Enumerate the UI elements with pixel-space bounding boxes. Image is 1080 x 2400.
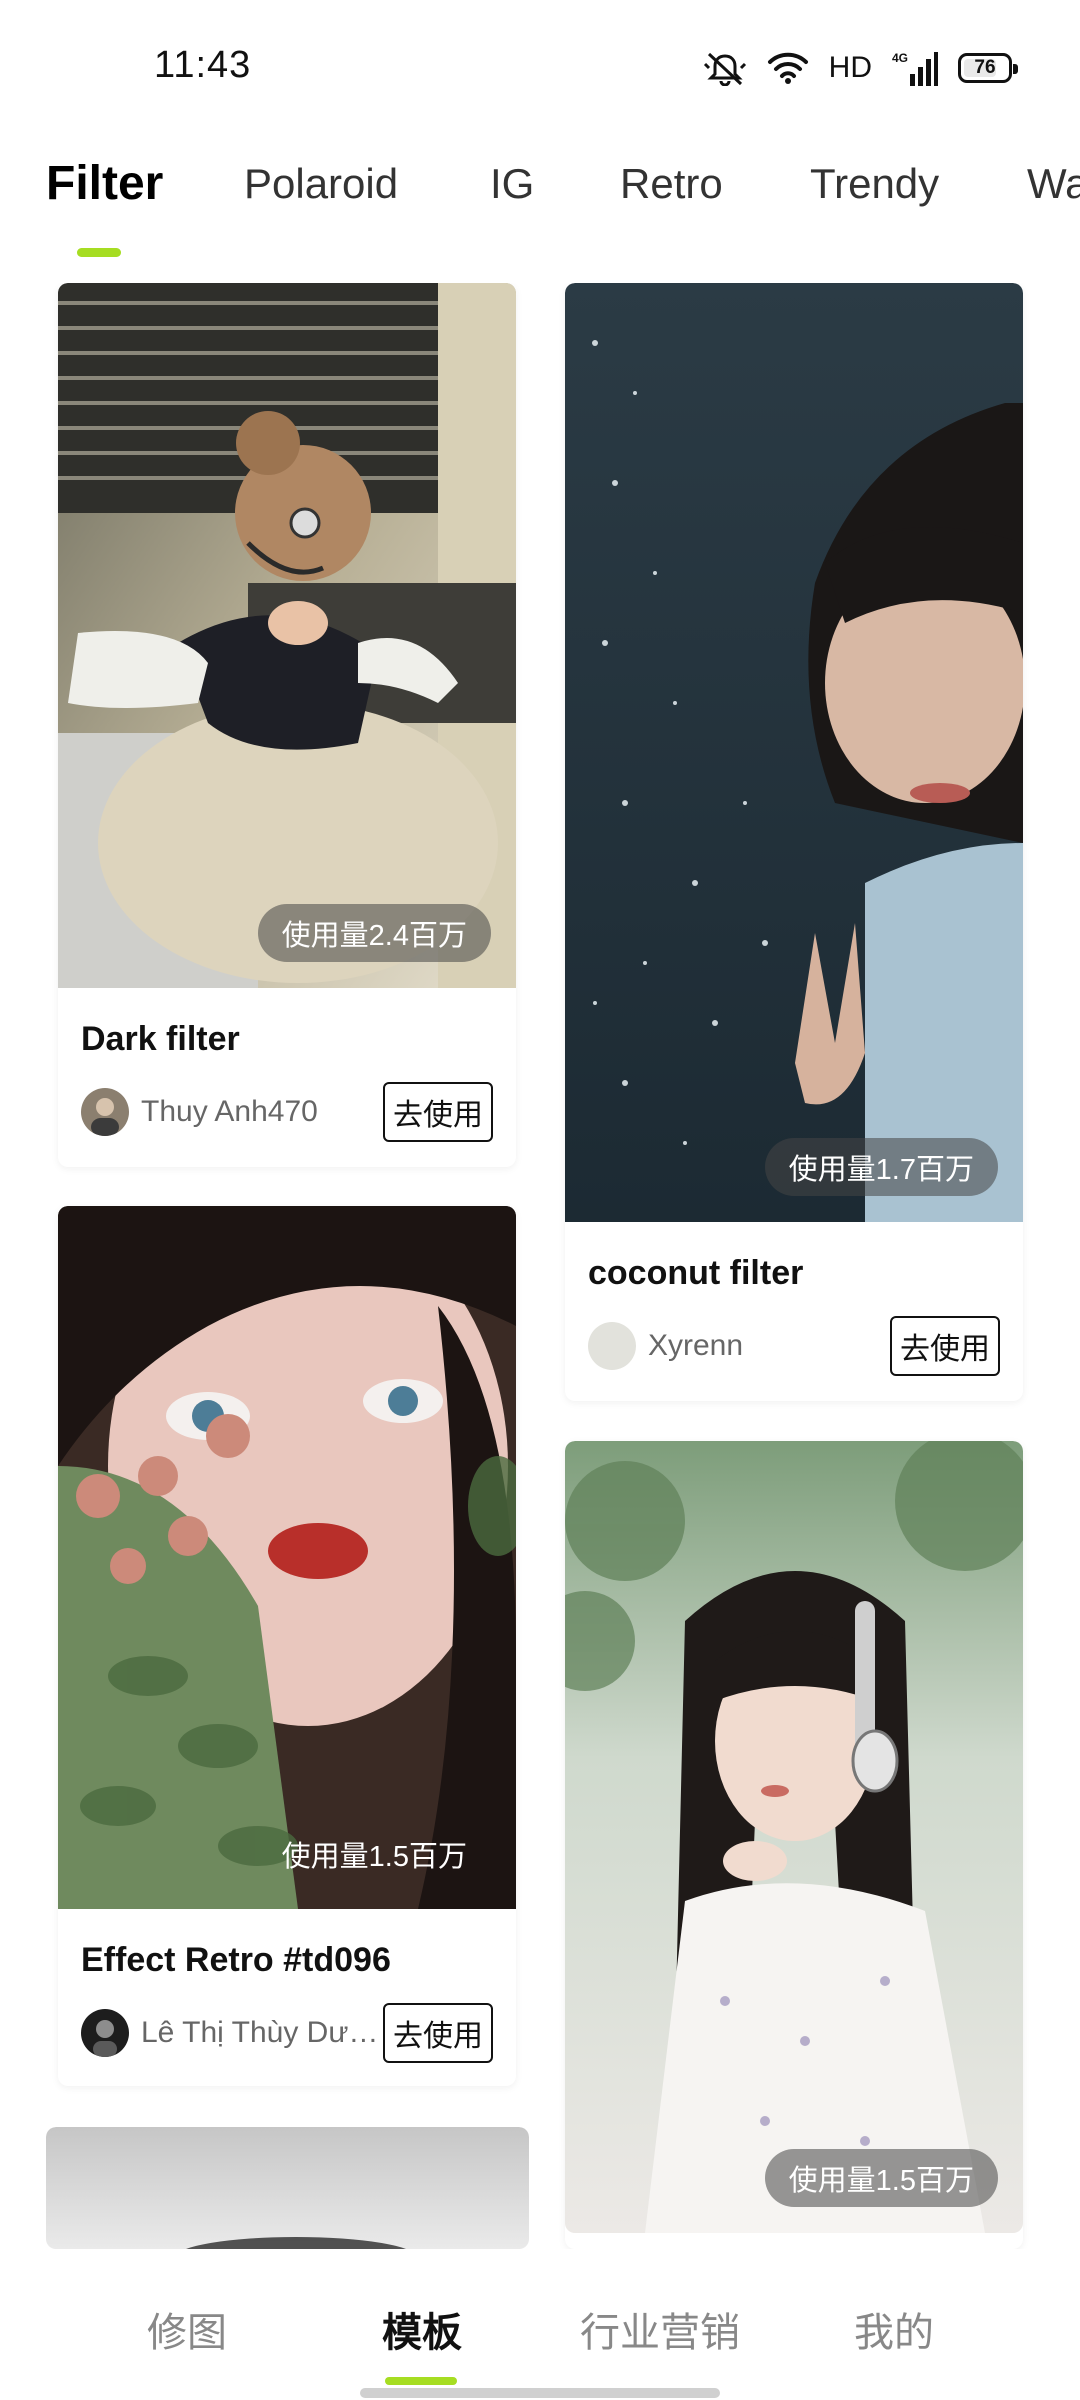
nav-industry-marketing[interactable]: 行业营销 — [580, 2300, 740, 2358]
author-name[interactable]: Thuy Anh470 — [141, 1095, 318, 1129]
tab-retro[interactable]: Retro — [620, 160, 723, 208]
template-image[interactable]: 使用量1.5百万 — [565, 1441, 1023, 2233]
nav-edit-photo[interactable]: 修图 — [147, 2300, 227, 2358]
template-card[interactable]: 使用量1.5百万 Effect Retro #td096 Lê Thị Thùy… — [58, 1206, 516, 2086]
status-bar: 11:43 HD 4G 76 — [0, 0, 1080, 130]
tab-wa[interactable]: Wa — [1027, 160, 1080, 208]
girl-with-headphones-garden-photo — [565, 1441, 1023, 2233]
nav-me[interactable]: 我的 — [854, 2300, 934, 2358]
gray-gradient-photo — [46, 2127, 529, 2249]
girl-by-water-photo — [565, 283, 1023, 1222]
wifi-icon — [767, 51, 809, 85]
use-template-button[interactable]: 去使用 — [890, 1316, 1000, 1376]
author-name[interactable]: Lê Thị Thùy Dươ... — [141, 2016, 381, 2050]
usage-count-badge: 使用量2.4百万 — [257, 904, 491, 962]
battery-icon: 76 — [958, 53, 1018, 83]
template-image[interactable]: 使用量1.7百万 — [565, 283, 1023, 1222]
mute-icon — [703, 50, 747, 86]
template-title: Effect Retro #td096 — [81, 1941, 391, 1979]
tab-ig[interactable]: IG — [490, 160, 534, 208]
template-card[interactable]: 使用量1.7百万 coconut filter Xyrenn 去使用 — [565, 283, 1023, 1401]
template-image[interactable]: 使用量2.4百万 — [58, 283, 516, 988]
active-nav-indicator — [385, 2377, 457, 2385]
usage-count-badge: 使用量1.5百万 — [281, 1841, 467, 1873]
template-image[interactable] — [46, 2127, 529, 2249]
template-image[interactable]: 使用量1.5百万 — [58, 1206, 516, 1909]
author-name[interactable]: Xyrenn — [648, 1329, 743, 1363]
usage-count-badge: 使用量1.7百万 — [764, 1138, 998, 1196]
author-row: Thuy Anh470 去使用 — [81, 1082, 493, 1142]
status-icons: HD 4G 76 — [703, 48, 1018, 88]
author-row: Xyrenn 去使用 — [588, 1316, 1000, 1376]
girl-with-headphones-photo — [58, 283, 516, 988]
network-hd-label: HD — [828, 51, 872, 84]
template-card[interactable]: 使用量1.5百万 — [565, 1441, 1023, 2249]
tab-polaroid[interactable]: Polaroid — [244, 160, 398, 208]
battery-level: 76 — [974, 57, 996, 78]
use-template-button[interactable]: 去使用 — [383, 1082, 493, 1142]
nav-templates[interactable]: 模板 — [382, 2300, 462, 2358]
template-feed: 使用量2.4百万 Dark filter Thuy Anh470 去使用 使用量… — [0, 283, 1080, 2249]
template-card[interactable]: 使用量2.4百万 Dark filter Thuy Anh470 去使用 — [58, 283, 516, 1167]
svg-text:4G: 4G — [892, 51, 908, 65]
author-row: Lê Thị Thùy Dươ... 去使用 — [81, 2003, 493, 2063]
template-title: coconut filter — [588, 1254, 804, 1292]
usage-count-badge: 使用量1.5百万 — [764, 2149, 998, 2207]
template-title: Dark filter — [81, 1020, 240, 1058]
tab-filter[interactable]: Filter — [46, 156, 163, 211]
avatar — [81, 2009, 129, 2057]
avatar — [81, 1088, 129, 1136]
category-tabs: Filter Polaroid IG Retro Trendy Wa — [0, 150, 1080, 260]
home-indicator[interactable] — [360, 2388, 720, 2398]
avatar — [588, 1322, 636, 1370]
use-template-button[interactable]: 去使用 — [383, 2003, 493, 2063]
status-time: 11:43 — [154, 44, 252, 86]
girl-with-roses-photo — [58, 1206, 516, 1909]
bottom-nav: 修图 模板 行业营销 我的 — [0, 2250, 1080, 2400]
template-card[interactable] — [46, 2127, 529, 2249]
signal-icon: 4G — [892, 50, 938, 86]
active-tab-indicator — [77, 248, 121, 257]
tab-trendy[interactable]: Trendy — [810, 160, 939, 208]
